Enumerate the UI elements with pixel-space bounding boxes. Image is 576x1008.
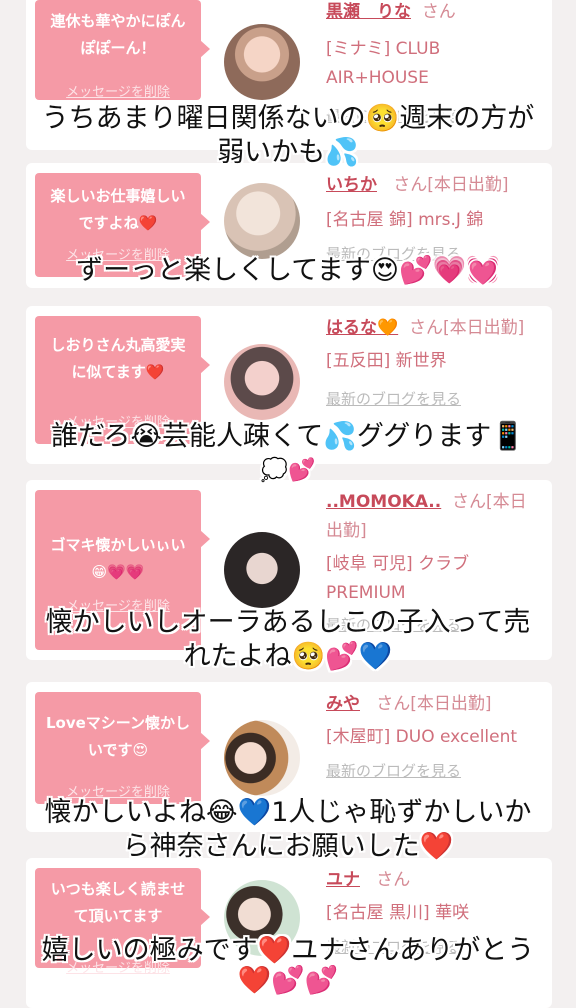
caption-line: 懐かしいよね😂💙1人じゃ恥ずかしいか (44, 797, 532, 828)
honorific: さん[本日出勤] (393, 175, 509, 195)
honorific: さん[本日出勤] (376, 694, 492, 714)
message-bubble: Loveマシーン懐かしいです😍 メッセージを削除 (35, 692, 210, 804)
caption-line: 懐かしいしオーラあるしこの子入って売 (45, 607, 531, 638)
avatar[interactable] (224, 183, 300, 259)
delete-message-link[interactable]: メッセージを削除 (35, 81, 201, 100)
avatar[interactable] (224, 344, 300, 420)
caption-line: うちあまり曜日関係ないの🥺週末の方が (41, 103, 535, 134)
blog-link[interactable]: 最新のブログを見る (326, 388, 541, 409)
caption-line: 弱いかも💦 (217, 137, 359, 168)
overlay-caption: ずーっと楽しくしてます😍💕💗💓 (0, 254, 576, 288)
caption-line: ❤️💕💕 (237, 965, 339, 996)
shop-name[interactable]: [木屋町] DUO excellent (326, 723, 541, 752)
girl-name-link[interactable]: みや (326, 694, 360, 714)
girl-name-link[interactable]: はるな🧡 (326, 318, 398, 338)
honorific: さん (421, 2, 456, 22)
overlay-caption: 誰だろ😭芸能人疎くて💦ググります📱 💭💕 (0, 420, 576, 488)
shop-name[interactable]: [五反田] 新世界 (326, 347, 541, 376)
caption-line: ら神奈さんにお願いした❤️ (122, 831, 454, 862)
avatar[interactable] (224, 720, 300, 796)
message-text: Loveマシーン懐かしいです😍 (45, 714, 191, 759)
message-text: いつも楽しく読ませて頂いてます (50, 880, 186, 925)
profile-info: みや さん[本日出勤] [木屋町] DUO excellent 最新のブログを見… (326, 690, 541, 781)
overlay-caption: 嬉しいの極みです❤️ユナさんありがとう ❤️💕💕 (0, 934, 576, 998)
message-bubble: 連休も華やかにぽんぽぽーん！ メッセージを削除 (35, 0, 210, 100)
message-text: しおりさん丸高愛実に似てます❤️ (50, 336, 186, 381)
overlay-caption: 懐かしいよね😂💙1人じゃ恥ずかしいか ら神奈さんにお願いした❤️ (0, 796, 576, 864)
shop-name[interactable]: [名古屋 黒川] 華咲 (326, 899, 541, 928)
caption-line: 💭💕 (260, 458, 316, 483)
girl-name-link[interactable]: いちか (326, 175, 377, 195)
shop-name[interactable]: [ミナミ] CLUB AIR+HOUSE (326, 35, 541, 93)
caption-line: ずーっと楽しくしてます😍💕💗💓 (76, 255, 500, 286)
caption-line: 誰だろ😭芸能人疎くて💦ググります📱 (51, 421, 525, 452)
overlay-caption: 懐かしいしオーラあるしこの子入って売 れたよね🥺💕💙 (0, 606, 576, 674)
honorific: さん (376, 870, 411, 890)
overlay-caption: うちあまり曜日関係ないの🥺週末の方が 弱いかも💦 (0, 102, 576, 170)
caption-line: れたよね🥺💕💙 (183, 641, 393, 672)
shop-name[interactable]: [岐阜 可児] クラブ PREMIUM (326, 550, 541, 608)
caption-line: 嬉しいの極みです❤️ユナさんありがとう (41, 935, 535, 966)
profile-info: はるな🧡 さん[本日出勤] [五反田] 新世界 最新のブログを見る (326, 314, 541, 409)
girl-name-link[interactable]: ユナ (326, 870, 360, 890)
message-text: 連休も華やかにぽんぽぽーん！ (50, 12, 186, 57)
honorific: さん[本日出勤] (408, 318, 525, 338)
message-text: ゴマキ懐かしいぃい😁💗💗 (50, 536, 186, 581)
avatar[interactable] (224, 24, 300, 100)
avatar[interactable] (224, 532, 300, 608)
shop-name[interactable]: [名古屋 錦] mrs.J 錦 (326, 206, 541, 235)
blog-link[interactable]: 最新のブログを見る (326, 760, 541, 781)
girl-name-link[interactable]: 黒瀬 りな (326, 2, 411, 22)
message-text: 楽しいお仕事嬉しいですよね❤️ (50, 187, 186, 232)
profile-info: いちか さん[本日出勤] [名古屋 錦] mrs.J 錦 最新のブログを見る (326, 171, 541, 264)
girl-name-link[interactable]: ..MOMOKA.. (326, 492, 441, 512)
